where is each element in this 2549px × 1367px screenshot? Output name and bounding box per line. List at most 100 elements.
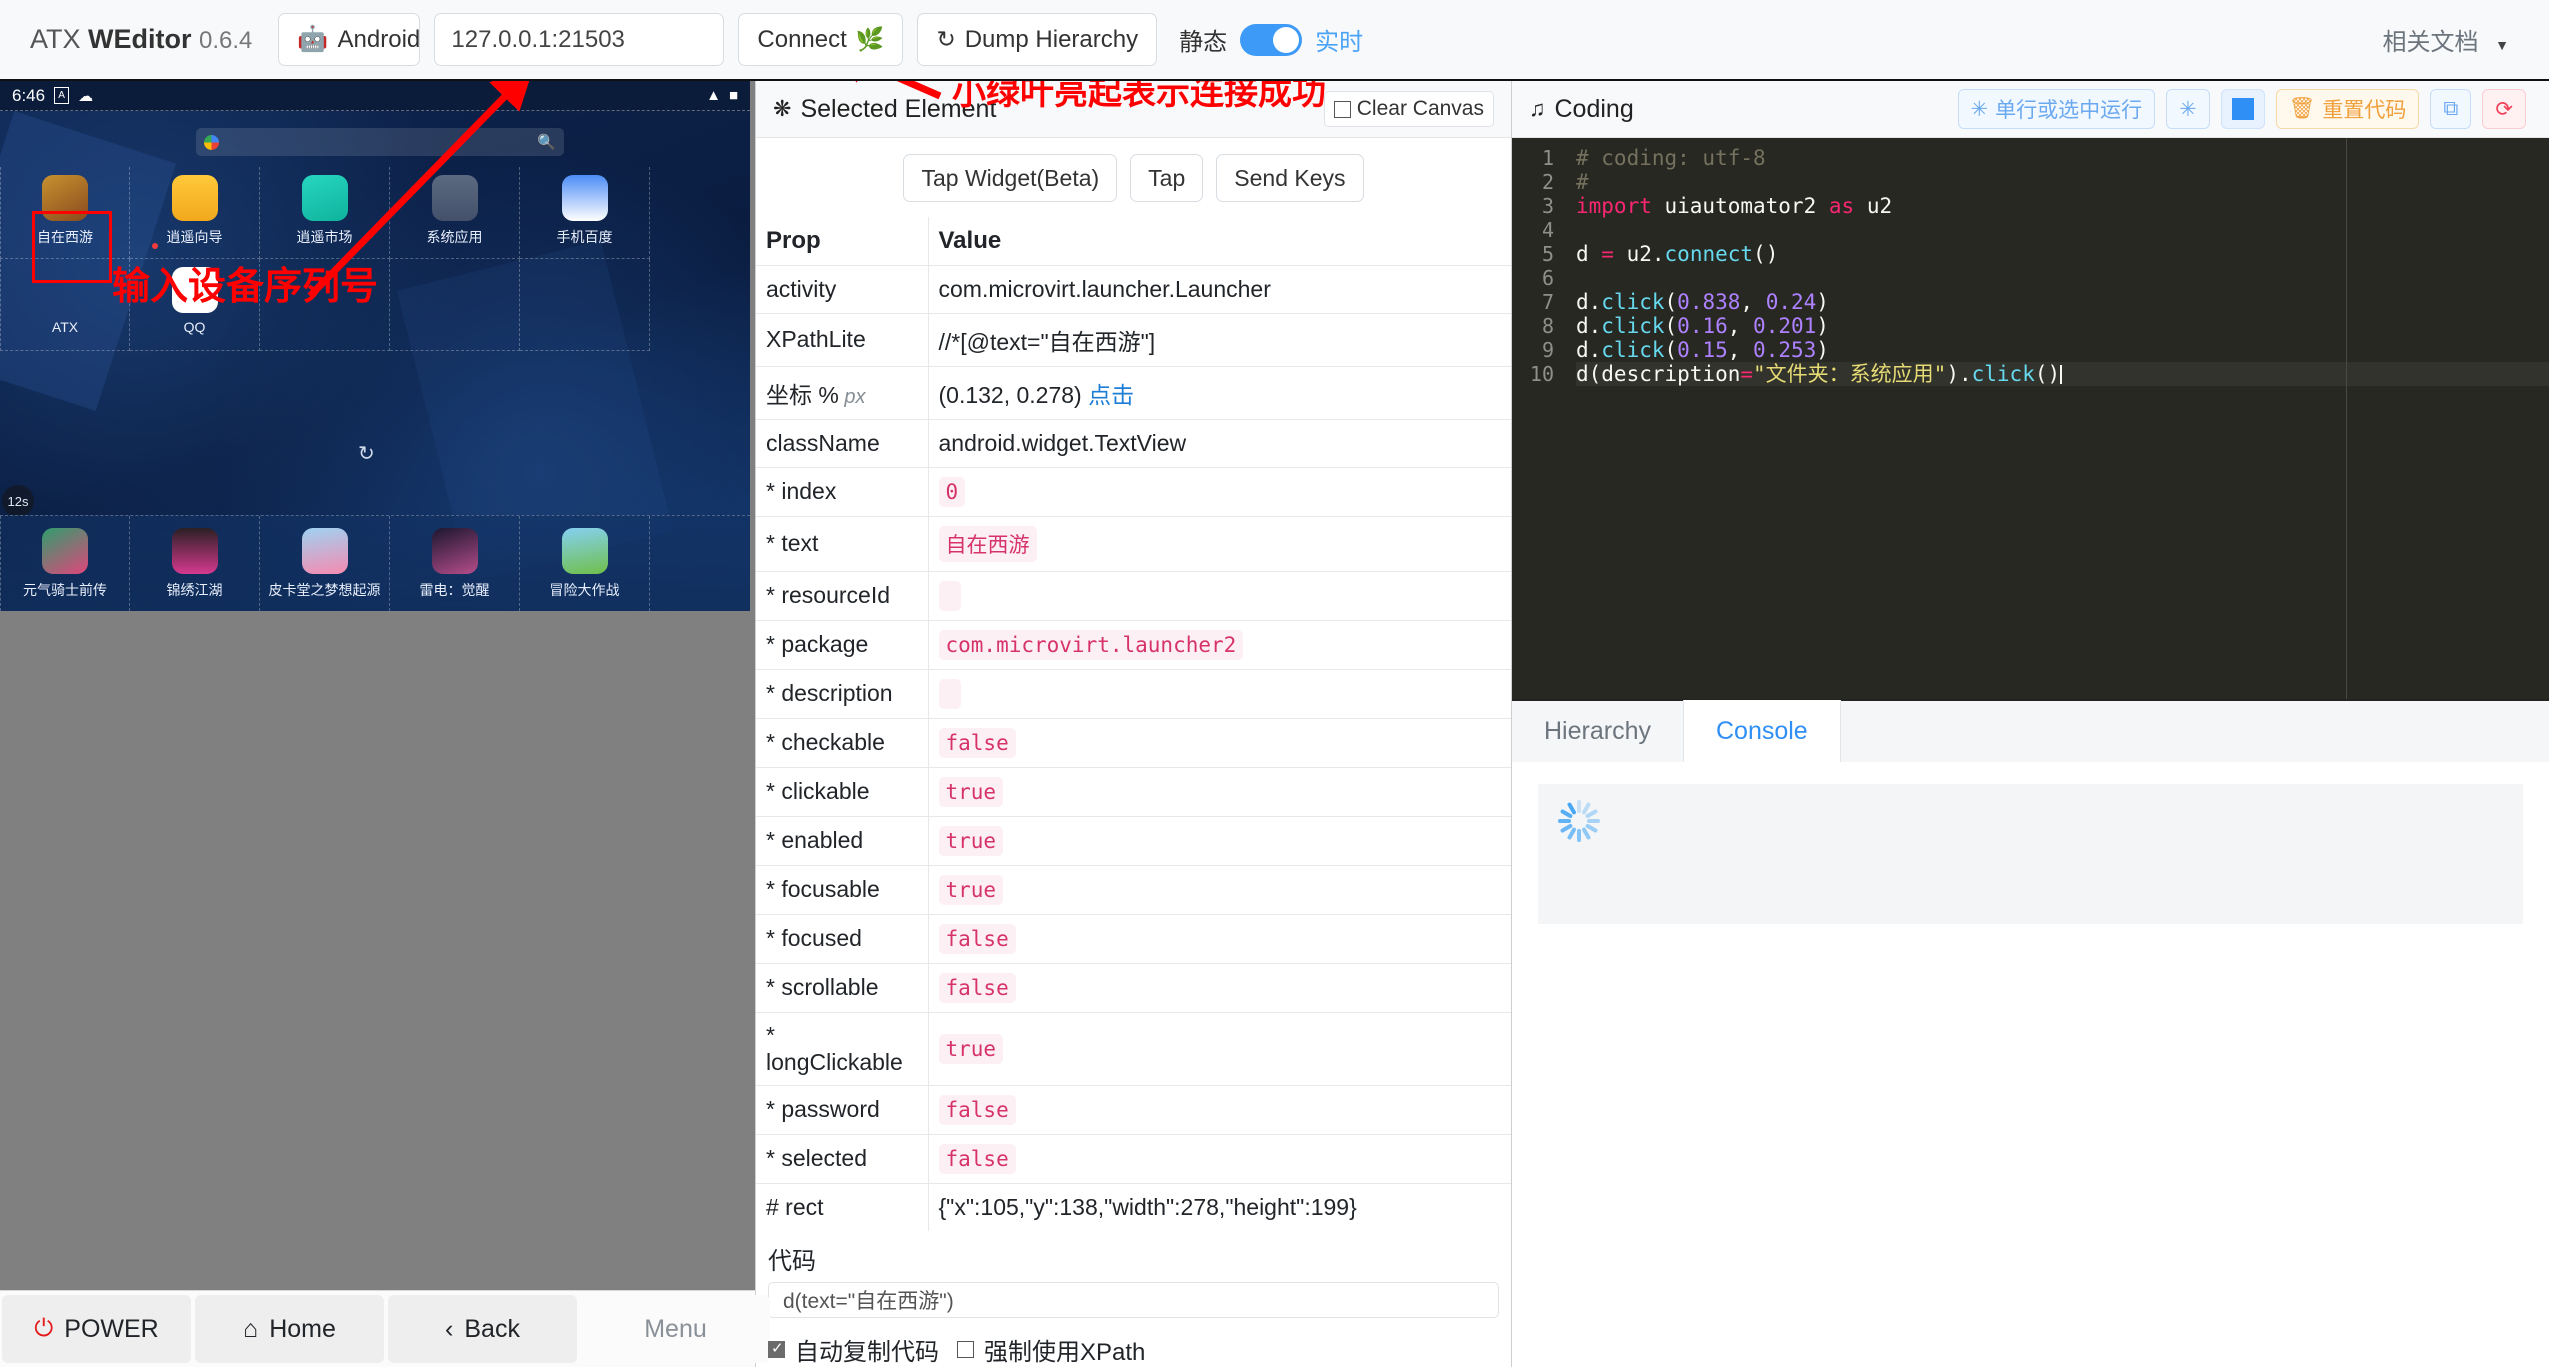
android-icon: 🤖	[297, 25, 328, 54]
app-icon-item[interactable]: 雷电：觉醒	[390, 516, 520, 611]
app-icon-item[interactable]: 手机百度	[520, 167, 650, 259]
device-screen[interactable]: 6:46 A ☁ ▲ ■ 🔍	[0, 81, 750, 611]
property-value: 自在西游	[928, 516, 1511, 571]
table-row: * packagecom.microvirt.launcher2	[756, 620, 1511, 669]
table-row: * scrollablefalse	[756, 963, 1511, 1012]
property-value: false	[928, 1134, 1511, 1183]
table-row: * focusedfalse	[756, 914, 1511, 963]
app-dock: 元气骑士前传锦绣江湖皮卡堂之梦想起源雷电：觉醒冒险大作战	[0, 515, 750, 611]
generated-code-input[interactable]: d(text="自在西游")	[768, 1282, 1499, 1318]
app-icon-item[interactable]: 冒险大作战	[520, 516, 650, 611]
code-token: connect	[1665, 242, 1754, 266]
app-icon-item[interactable]: 逍遥向导	[130, 167, 260, 259]
app-icon-item[interactable]: 元气骑士前传	[0, 516, 130, 611]
device-button-bar: ⏻POWER⌂Home‹BackMenu	[0, 1290, 755, 1367]
docs-dropdown[interactable]: 相关文档 ▼	[2382, 22, 2509, 57]
table-row: * passwordfalse	[756, 1085, 1511, 1134]
coding-tool-run-all[interactable]: ✳	[2166, 89, 2210, 129]
code-token: d.	[1576, 338, 1601, 362]
code-line: #	[1576, 170, 2549, 194]
app-icon-item[interactable]: 逍遥市场	[260, 167, 390, 259]
app-icon	[172, 175, 218, 221]
properties-table: Prop Value activitycom.microvirt.launche…	[756, 217, 1511, 1231]
tab-hierarchy[interactable]: Hierarchy	[1512, 700, 1684, 762]
coding-tool-label: 重置代码	[2322, 94, 2406, 124]
property-value-code: 自在西游	[939, 526, 1037, 562]
line-number: 10	[1512, 362, 1554, 386]
app-icon-item[interactable]: 皮卡堂之梦想起源	[260, 516, 390, 611]
code-editor[interactable]: 12345678910 # coding: utf-8#import uiaut…	[1512, 138, 2549, 699]
action-button-send-keys[interactable]: Send Keys	[1216, 154, 1363, 202]
action-button-tap[interactable]: Tap	[1130, 154, 1203, 202]
code-token: "文件夹：系统应用"	[1753, 362, 1946, 386]
action-button-tap-widget-beta[interactable]: Tap Widget(Beta)	[903, 154, 1117, 202]
app-icon-item[interactable]: 锦绣江湖	[130, 516, 260, 611]
chevron-left-icon: ‹	[445, 1315, 453, 1344]
coding-tool-reload[interactable]: ⟳	[2482, 89, 2526, 129]
platform-selector[interactable]: 🤖 Android ▼	[278, 13, 420, 66]
coding-tool-trash[interactable]: 🗑重置代码	[2276, 89, 2420, 129]
music-note-icon: ♫	[1529, 96, 1546, 122]
auto-copy-checkbox[interactable]	[768, 1341, 785, 1358]
dump-hierarchy-button[interactable]: ↻ Dump Hierarchy	[917, 13, 1157, 66]
coding-tool-run[interactable]: ✳单行或选中运行	[1958, 89, 2156, 129]
serial-input[interactable]: 127.0.0.1:21503	[434, 13, 724, 66]
app-grid: 自在西游逍遥向导逍遥市场系统应用手机百度 ATXQQ	[0, 167, 750, 351]
property-name: * focused	[756, 914, 928, 963]
table-row: * focusabletrue	[756, 865, 1511, 914]
code-token: ,	[1740, 290, 1765, 314]
device-button-home[interactable]: ⌂Home	[195, 1295, 384, 1363]
device-search-bar[interactable]: 🔍	[196, 128, 564, 156]
connect-button[interactable]: Connect 🌿	[738, 13, 903, 66]
line-number: 7	[1512, 290, 1554, 314]
property-value-code: true	[939, 777, 1004, 807]
code-token: ()	[2035, 362, 2060, 386]
line-number: 2	[1512, 170, 1554, 194]
device-panel: 6:46 A ☁ ▲ ■ 🔍	[0, 81, 756, 1367]
device-screen-area[interactable]: 6:46 A ☁ ▲ ■ 🔍	[0, 81, 755, 1290]
tab-console[interactable]: Console	[1684, 700, 1841, 762]
code-token: # coding: utf-8	[1576, 146, 1766, 170]
property-value-code: false	[939, 1095, 1016, 1125]
app-icon-item[interactable]: QQ	[130, 259, 260, 351]
editor-code-area[interactable]: # coding: utf-8#import uiautomator2 as u…	[1564, 138, 2549, 699]
coding-tool-copy[interactable]: ⧉	[2430, 89, 2471, 129]
app-icon	[42, 528, 88, 574]
code-token: 0.15	[1677, 338, 1728, 362]
property-name: * clickable	[756, 767, 928, 816]
property-name: * focusable	[756, 865, 928, 914]
app-label: 皮卡堂之梦想起源	[269, 580, 381, 600]
reload-icon: ⟳	[2495, 97, 2513, 122]
property-value: false	[928, 1085, 1511, 1134]
code-token: click	[1601, 290, 1664, 314]
device-statusbar: 6:46 A ☁ ▲ ■	[0, 81, 750, 111]
coordinate-click-link[interactable]: 点击	[1082, 382, 1134, 408]
property-value: .	[928, 669, 1511, 718]
code-token: (	[1665, 290, 1678, 314]
property-name: activity	[756, 265, 928, 313]
coding-tool-stop-square[interactable]	[2221, 89, 2265, 129]
realtime-toggle[interactable]	[1240, 24, 1302, 56]
table-row: * resourceId.	[756, 571, 1511, 620]
app-icon	[172, 528, 218, 574]
device-button-power[interactable]: ⏻POWER	[2, 1295, 191, 1363]
line-number: 8	[1512, 314, 1554, 338]
force-xpath-label: 强制使用XPath	[984, 1332, 1145, 1367]
spinner-blade	[1577, 829, 1581, 842]
google-icon	[204, 135, 219, 150]
property-name: * package	[756, 620, 928, 669]
clear-canvas-checkbox[interactable]: Clear Canvas	[1324, 91, 1494, 127]
device-button-back[interactable]: ‹Back	[388, 1295, 577, 1363]
force-xpath-checkbox[interactable]	[957, 1341, 974, 1358]
code-token: u2	[1854, 194, 1892, 218]
app-icon-item[interactable]: 系统应用	[390, 167, 520, 259]
rotate-icon[interactable]: ↻	[358, 441, 375, 466]
code-token: )	[1816, 314, 1829, 338]
brand-prefix: ATX	[30, 24, 88, 54]
console-output	[1538, 784, 2523, 924]
line-number: 9	[1512, 338, 1554, 362]
code-token: (	[1665, 338, 1678, 362]
device-homescreen[interactable]: 🔍 自在西游逍遥向导逍遥市场系统应用手机百度 ATXQQ ↻ 12s 元气骑士前…	[0, 111, 750, 611]
code-line	[1576, 218, 2549, 242]
code-token: click	[1972, 362, 2035, 386]
